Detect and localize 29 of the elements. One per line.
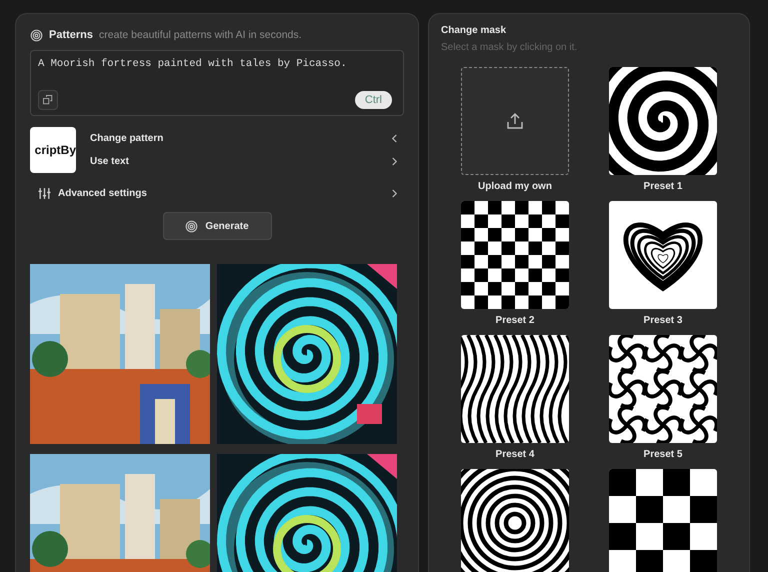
upload-icon [506, 112, 524, 130]
panel-subtitle: Select a mask by clicking on it. [441, 42, 578, 53]
mask-label: Preset 3 [644, 315, 682, 326]
spiral-icon [185, 220, 198, 232]
mask-label: Preset 5 [644, 449, 682, 460]
option-label: Change pattern [90, 133, 164, 144]
mask-label: Upload my own [478, 181, 552, 192]
pattern-thumbnail[interactable]: criptBy [30, 127, 76, 173]
option-label: Advanced settings [58, 188, 148, 199]
mask-label: Preset 2 [496, 315, 534, 326]
panel-subtitle: create beautiful patterns with AI in seconds. [99, 29, 302, 41]
generate-button[interactable]: Generate [162, 212, 272, 240]
panel-title: Patterns [49, 29, 94, 41]
copy-icon [42, 94, 54, 106]
shortcut-hint: Ctrl [354, 91, 392, 109]
mask-label: Preset 1 [644, 181, 682, 192]
prompt-field[interactable]: A Moorish fortress painted with tales by Picasso. Ctrl [30, 50, 404, 116]
thumbnail-text: criptBy [34, 143, 76, 157]
advanced-settings-row[interactable]: Advanced settings [30, 187, 404, 200]
mask-label: Preset 4 [496, 449, 534, 460]
option-label: Use text [90, 156, 129, 167]
spiral-icon [30, 28, 43, 42]
upload-area[interactable] [461, 67, 569, 175]
copy-button[interactable] [38, 90, 58, 110]
option-row[interactable]: Change pattern [90, 133, 404, 144]
panel-title: Change mask [441, 25, 508, 36]
prompt-text: A Moorish fortress painted with tales by Picasso. [38, 58, 348, 70]
sliders-icon [38, 187, 51, 200]
option-row[interactable]: Use text [90, 156, 404, 167]
